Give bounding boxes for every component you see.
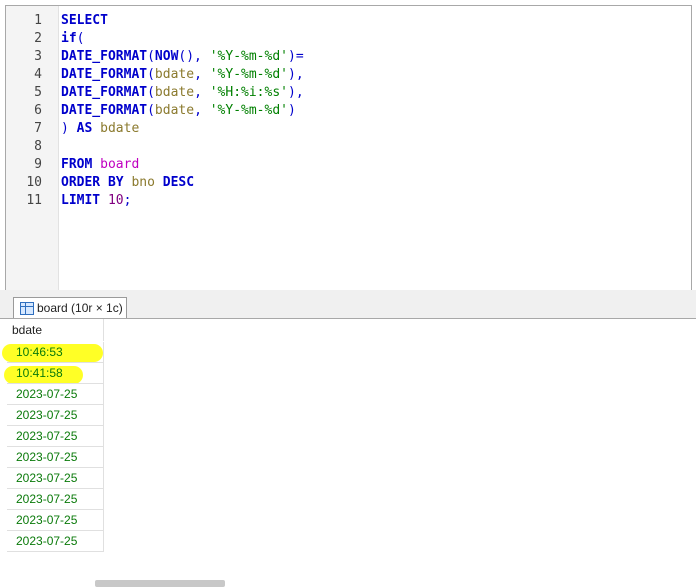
line-code: if( (61, 30, 84, 48)
line-code: DATE_FORMAT(bdate, '%Y-%m-%d') (61, 102, 296, 120)
code-token: FROM (61, 157, 93, 172)
result-cell[interactable]: 2023-07-25 (7, 468, 104, 489)
code-token: DATE_FORMAT (61, 67, 148, 82)
code-line[interactable]: 3 DATE_FORMAT(NOW(), '%Y-%m-%d')= (6, 48, 691, 66)
line-code: DATE_FORMAT(bdate, '%Y-%m-%d'), (61, 66, 304, 84)
code-token: 10 (107, 193, 124, 208)
code-line[interactable]: 11 LIMIT 10; (6, 192, 691, 210)
code-line[interactable]: 8 (6, 138, 691, 156)
code-token: , (194, 67, 210, 82)
result-cell[interactable]: 2023-07-25 (7, 489, 104, 510)
code-token: ; (123, 193, 132, 208)
code-token: DATE_FORMAT (61, 49, 148, 64)
code-token: ), (288, 85, 304, 100)
table-grid-icon (20, 302, 34, 315)
code-token: NOW (154, 49, 179, 64)
result-cell[interactable]: 10:41:58 (7, 363, 104, 384)
line-number: 11 (26, 193, 42, 208)
line-number: 5 (34, 85, 42, 100)
code-line[interactable]: 5 DATE_FORMAT(bdate, '%H:%i:%s'), (6, 84, 691, 102)
column-header-bdate[interactable]: bdate (7, 319, 104, 341)
tab-label: board (10r × 1c) (37, 301, 123, 315)
line-number: 1 (34, 13, 42, 28)
line-number: 4 (34, 67, 42, 82)
code-token: board (100, 157, 140, 172)
code-token: ( (147, 67, 155, 82)
result-cell[interactable]: 2023-07-25 (7, 384, 104, 405)
code-token: SELECT (61, 13, 108, 28)
code-token: if (61, 31, 77, 46)
line-code: FROM board (61, 156, 139, 174)
code-line[interactable]: 6 DATE_FORMAT(bdate, '%Y-%m-%d') (6, 102, 691, 120)
code-token: ), (288, 67, 304, 82)
code-line[interactable]: 7) AS bdate (6, 120, 691, 138)
line-number: 8 (34, 139, 42, 154)
code-token: , (194, 85, 210, 100)
code-token: AS (76, 121, 93, 136)
code-token: ) (61, 121, 77, 136)
line-code: DATE_FORMAT(bdate, '%H:%i:%s'), (61, 84, 304, 102)
code-token: '%Y-%m-%d' (209, 49, 288, 64)
code-token: '%Y-%m-%d' (209, 103, 288, 118)
code-line[interactable]: 2 if( (6, 30, 691, 48)
code-token: bdate (154, 67, 195, 82)
line-code: ) AS bdate (61, 120, 139, 138)
code-line[interactable]: 9 FROM board (6, 156, 691, 174)
code-token: bno (131, 175, 155, 190)
line-number: 3 (34, 49, 42, 64)
line-code: ORDER BY bno DESC (61, 174, 194, 192)
code-token: )= (288, 49, 304, 64)
line-number: 2 (34, 31, 42, 46)
results-panel: bdate 10:46:53 10:41:58 2023-07-25 2023-07-… (0, 318, 696, 588)
code-token: bdate (154, 85, 195, 100)
result-cell[interactable]: 2023-07-25 (7, 426, 104, 447)
code-token: DATE_FORMAT (61, 103, 148, 118)
code-line[interactable]: 10 ORDER BY bno DESC (6, 174, 691, 192)
code-token: DATE_FORMAT (61, 85, 148, 100)
result-cell[interactable]: 2023-07-25 (7, 405, 104, 426)
result-cell[interactable]: 2023-07-25 (7, 447, 104, 468)
sql-editor[interactable]: 1 SELECT 2 if(3 DATE_FORMAT(NOW(), '%Y-%m-%d… (5, 5, 692, 291)
code-token: , (194, 103, 210, 118)
line-code: SELECT (61, 12, 108, 30)
code-token: ( (147, 85, 155, 100)
tab-board-results[interactable]: board (10r × 1c) (13, 297, 127, 320)
code-token: ORDER BY (61, 175, 124, 190)
line-number: 7 (34, 121, 42, 136)
code-token: ( (147, 49, 155, 64)
code-token: (), (178, 49, 210, 64)
code-token: ) (288, 103, 296, 118)
line-code: LIMIT 10; (61, 192, 131, 210)
line-number: 9 (34, 157, 42, 172)
line-code: DATE_FORMAT(NOW(), '%Y-%m-%d')= (61, 48, 304, 66)
results-tab-bar: board (10r × 1c) (0, 290, 696, 320)
code-token: '%H:%i:%s' (209, 85, 288, 100)
code-line[interactable]: 1 SELECT (6, 12, 691, 30)
line-number: 10 (26, 175, 42, 190)
code-token: DESC (162, 175, 195, 190)
horizontal-scrollbar[interactable] (95, 580, 225, 587)
result-cell[interactable]: 10:46:53 (7, 342, 104, 363)
code-token: LIMIT (61, 193, 101, 208)
line-number: 6 (34, 103, 42, 118)
code-token: bdate (100, 121, 140, 136)
result-cell[interactable]: 2023-07-25 (7, 531, 104, 552)
result-cell[interactable]: 2023-07-25 (7, 510, 104, 531)
code-token: ( (76, 31, 85, 46)
code-token: ( (147, 103, 155, 118)
code-token: '%Y-%m-%d' (209, 67, 288, 82)
code-token: bdate (154, 103, 195, 118)
code-line[interactable]: 4 DATE_FORMAT(bdate, '%Y-%m-%d'), (6, 66, 691, 84)
